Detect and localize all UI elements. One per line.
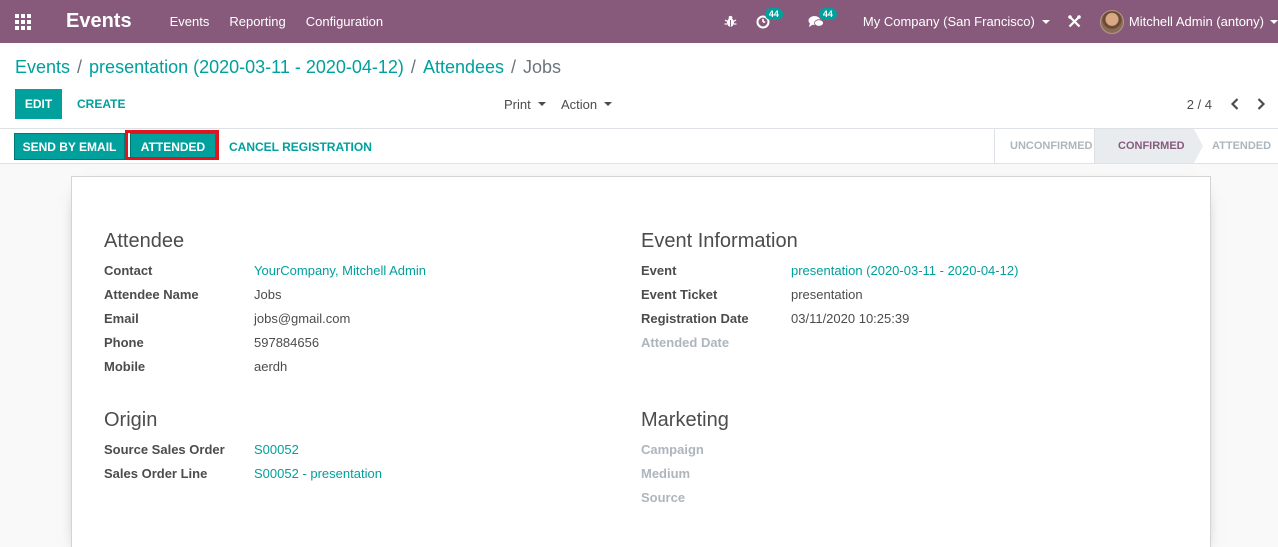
field-registration-date: Registration Date 03/11/2020 10:25:39 (641, 311, 909, 326)
field-campaign: Campaign (641, 442, 791, 457)
field-attendee-name: Attendee Name Jobs (104, 287, 281, 302)
form-statusbar: SEND BY EMAIL ATTENDED CANCEL REGISTRATI… (0, 129, 1278, 164)
field-attended-date: Attended Date (641, 335, 791, 350)
send-by-email-button[interactable]: SEND BY EMAIL (14, 133, 125, 160)
print-label: Print (504, 96, 531, 112)
chevron-down-icon (537, 102, 546, 106)
field-label: Event (641, 263, 677, 278)
tools-icon[interactable] (1068, 15, 1082, 28)
chevron-down-icon (1041, 19, 1050, 24)
create-button[interactable]: CREATE (77, 89, 125, 119)
messages-icon[interactable]: 44 (808, 8, 837, 28)
breadcrumb: Events / presentation (2020-03-11 - 2020… (15, 57, 561, 78)
event-info-group-title: Event Information (641, 230, 798, 252)
field-label: Source Sales Order (104, 442, 225, 457)
field-label: Mobile (104, 359, 146, 374)
action-label: Action (561, 96, 598, 112)
field-mobile: Mobile aerdh (104, 359, 287, 374)
field-phone: Phone 597884656 (104, 335, 319, 350)
field-value[interactable]: S00052 (254, 442, 299, 457)
top-navbar: Events Events Reporting Configuration 44 (0, 0, 1278, 43)
messages-count-badge: 44 (818, 8, 837, 20)
chevron-right-icon[interactable] (1254, 97, 1268, 111)
company-switcher[interactable]: My Company (San Francisco) (863, 14, 1050, 29)
stage-attended[interactable]: ATTENDED (1194, 129, 1278, 163)
field-label: Contact (104, 263, 153, 278)
control-panel: Events / presentation (2020-03-11 - 2020… (0, 43, 1278, 129)
field-value: 03/11/2020 10:25:39 (791, 311, 910, 326)
breadcrumb-separator: / (77, 57, 83, 77)
pager-value[interactable]: 2 / 4 (1187, 97, 1212, 112)
field-label: Attendee Name (104, 287, 199, 302)
field-label: Registration Date (641, 311, 749, 326)
field-value: aerdh (254, 359, 288, 374)
menu-item-configuration[interactable]: Configuration (306, 14, 383, 29)
field-event: Event presentation (2020-03-11 - 2020-04… (641, 263, 1018, 278)
field-email: Email jobs@gmail.com (104, 311, 350, 326)
field-value: presentation (791, 287, 863, 302)
breadcrumb-separator: / (511, 57, 517, 77)
cancel-registration-button[interactable]: CANCEL REGISTRATION (229, 133, 372, 160)
breadcrumb-separator: / (410, 57, 416, 77)
menu-item-events[interactable]: Events (170, 14, 210, 29)
highlight-box (125, 130, 219, 160)
field-value[interactable]: presentation (2020-03-11 - 2020-04-12) (791, 263, 1018, 278)
field-label: Event Ticket (641, 287, 718, 302)
origin-group-title: Origin (104, 409, 158, 431)
stage-unconfirmed[interactable]: UNCONFIRMED (994, 129, 1094, 163)
marketing-group-title: Marketing (641, 409, 729, 431)
pager: 2 / 4 (1187, 89, 1268, 119)
field-label: Sales Order Line (104, 466, 208, 481)
field-label: Attended Date (641, 335, 730, 350)
edit-button[interactable]: EDIT (15, 89, 62, 119)
field-label: Source (641, 490, 686, 505)
app-title: Events (66, 10, 132, 32)
attendee-group-title: Attendee (104, 230, 185, 252)
field-medium: Medium (641, 466, 791, 481)
field-label: Phone (104, 335, 144, 350)
field-source-sales-order: Source Sales Order S00052 (104, 442, 299, 457)
field-value: jobs@gmail.com (254, 311, 351, 326)
bug-icon[interactable] (724, 15, 738, 28)
action-dropdown[interactable]: Action (561, 89, 613, 119)
user-menu[interactable]: Mitchell Admin (antony) (1099, 9, 1278, 34)
field-label: Campaign (641, 442, 704, 457)
field-sales-order-line: Sales Order Line S00052 - presentation (104, 466, 382, 481)
field-label: Email (104, 311, 139, 326)
field-contact: Contact YourCompany, Mitchell Admin (104, 263, 426, 278)
activity-count-badge: 44 (764, 7, 783, 20)
field-value[interactable]: S00052 - presentation (254, 466, 382, 481)
breadcrumb-event[interactable]: presentation (2020-03-11 - 2020-04-12) (89, 57, 404, 78)
avatar (1099, 9, 1124, 34)
breadcrumb-events[interactable]: Events (15, 57, 70, 78)
menu-item-reporting[interactable]: Reporting (229, 14, 285, 29)
chevron-left-icon[interactable] (1228, 97, 1242, 111)
activity-clock-icon[interactable]: 44 (756, 7, 783, 29)
chevron-down-icon (1270, 19, 1278, 24)
stage-confirmed[interactable]: CONFIRMED (1094, 129, 1203, 163)
chevron-down-icon (604, 102, 613, 106)
field-value: 597884656 (254, 335, 320, 350)
field-source: Source (641, 490, 791, 505)
breadcrumb-current: Jobs (523, 57, 562, 77)
user-name: Mitchell Admin (antony) (1128, 14, 1264, 29)
form-sheet: Attendee Contact YourCompany, Mitchell A… (71, 176, 1211, 547)
company-name: My Company (San Francisco) (862, 14, 1035, 29)
breadcrumb-attendees[interactable]: Attendees (423, 57, 504, 78)
field-label: Medium (641, 466, 691, 481)
field-value: Jobs (254, 287, 282, 302)
status-stages: UNCONFIRMED CONFIRMED ATTENDED (994, 129, 1278, 163)
print-dropdown[interactable]: Print (504, 89, 546, 119)
field-value[interactable]: YourCompany, Mitchell Admin (254, 263, 426, 278)
apps-menu-icon[interactable] (0, 0, 46, 43)
field-event-ticket: Event Ticket presentation (641, 287, 863, 302)
